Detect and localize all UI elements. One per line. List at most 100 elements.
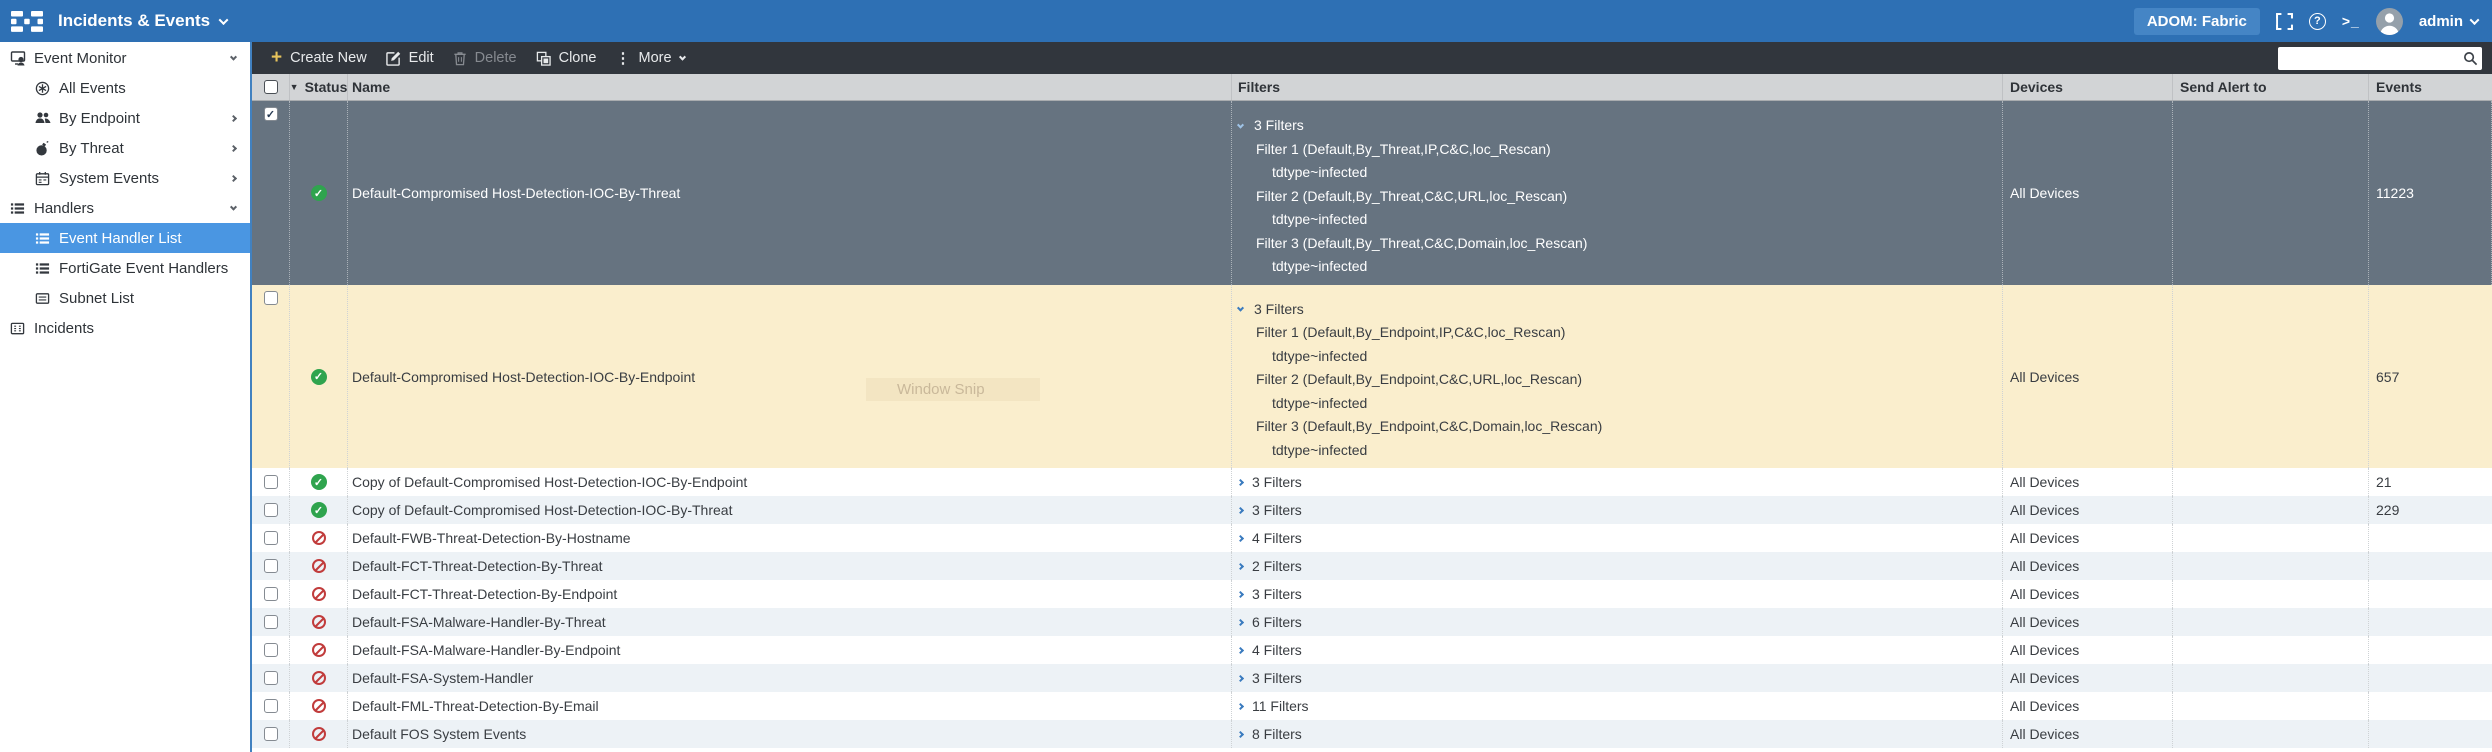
delete-button[interactable]: Delete — [453, 50, 517, 66]
module-switcher[interactable]: Incidents & Events — [58, 11, 229, 31]
table-row[interactable]: Default-FSA-System-Handler 3 Filters All… — [252, 664, 2492, 692]
sidebar-item-all-events[interactable]: All Events — [0, 73, 250, 103]
column-header-send-alert-to[interactable]: Send Alert to — [2173, 74, 2369, 100]
filters-expand-toggle[interactable]: 3 Filters — [1232, 670, 1302, 686]
chevron-right-icon — [1236, 730, 1245, 738]
sidebar-item-by-threat[interactable]: By Threat — [0, 133, 250, 163]
sidebar-item-handlers[interactable]: Handlers — [0, 193, 250, 223]
events-count — [2369, 664, 2492, 692]
filters-expand-toggle[interactable]: 3 Filters — [1232, 114, 1304, 138]
devices-cell: All Devices — [2003, 580, 2173, 608]
more-button[interactable]: ⋮ More — [615, 49, 686, 67]
help-icon[interactable]: ? — [2308, 12, 2326, 30]
column-header-devices[interactable]: Devices — [2003, 74, 2173, 100]
send-alert-cell — [2173, 496, 2369, 524]
table-row[interactable]: Default-FSA-Malware-Handler-By-Threat 6 … — [252, 608, 2492, 636]
filters-expand-toggle[interactable]: 4 Filters — [1232, 642, 1302, 658]
handler-name: Copy of Default-Compromised Host-Detecti… — [348, 468, 1232, 496]
avatar[interactable] — [2375, 7, 2403, 35]
sidebar-item-label: By Endpoint — [59, 109, 140, 127]
send-alert-cell — [2173, 285, 2369, 468]
table-row[interactable]: ✓ Default-Compromised Host-Detection-IOC… — [252, 285, 2492, 468]
filter-condition: tdtype~infected — [1272, 394, 1368, 411]
row-checkbox[interactable] — [263, 531, 278, 545]
sidebar-item-by-endpoint[interactable]: By Endpoint — [0, 103, 250, 133]
table-row[interactable]: Default FOS System Events 8 Filters All … — [252, 720, 2492, 748]
events-count: 657 — [2376, 368, 2400, 385]
status-disabled-icon — [311, 727, 326, 741]
row-checkbox[interactable] — [263, 559, 278, 573]
chevron-down-icon — [1236, 304, 1245, 312]
row-checkbox[interactable] — [263, 503, 278, 517]
filters-expand-toggle[interactable]: 3 Filters — [1232, 474, 1302, 490]
status-disabled-icon — [311, 671, 326, 685]
user-menu[interactable]: admin — [2419, 13, 2480, 30]
row-checkbox[interactable] — [263, 699, 278, 713]
send-alert-cell — [2173, 720, 2369, 748]
fortianalyzer-app: Incidents & Events ADOM: Fabric ? >_ adm… — [0, 0, 2492, 752]
table-row[interactable]: Default-FML-Threat-Detection-By-Email 11… — [252, 692, 2492, 720]
event-handler-list-icon — [34, 230, 51, 247]
row-checkbox[interactable] — [263, 643, 278, 657]
status-disabled-icon — [311, 615, 326, 629]
clone-button[interactable]: Clone — [536, 50, 596, 66]
chevron-right-icon — [1236, 562, 1245, 570]
handler-name: Default FOS System Events — [348, 720, 1232, 748]
row-checkbox[interactable] — [263, 727, 278, 741]
row-checkbox-checked[interactable]: ✓ — [263, 107, 278, 121]
table-row[interactable]: Default-FSA-Malware-Handler-By-Endpoint … — [252, 636, 2492, 664]
events-count — [2369, 580, 2492, 608]
row-checkbox[interactable] — [263, 291, 278, 305]
edit-button[interactable]: Edit — [385, 50, 434, 66]
row-checkbox[interactable] — [263, 671, 278, 685]
row-checkbox[interactable] — [263, 615, 278, 629]
create-new-button[interactable]: + Create New — [271, 48, 367, 67]
filters-expand-toggle[interactable]: 8 Filters — [1232, 726, 1302, 742]
sidebar-item-fortigate-event-handlers[interactable]: FortiGate Event Handlers — [0, 253, 250, 283]
filters-expand-toggle[interactable]: 4 Filters — [1232, 530, 1302, 546]
chevron-down-icon — [1236, 121, 1245, 129]
sidebar-item-label: By Threat — [59, 139, 124, 157]
filters-expand-toggle[interactable]: 11 Filters — [1232, 698, 1309, 714]
table-row[interactable]: Default-FWB-Threat-Detection-By-Hostname… — [252, 524, 2492, 552]
search-icon[interactable] — [2463, 51, 2478, 66]
column-header-name[interactable]: Name — [348, 74, 1232, 100]
sidebar-item-label: Subnet List — [59, 289, 135, 307]
devices-cell: All Devices — [2003, 636, 2173, 664]
table-row[interactable]: ✓ ✓ Default-Compromised Host-Detection-I… — [252, 101, 2492, 285]
column-header-events[interactable]: Events — [2369, 74, 2492, 100]
topbar-actions: ADOM: Fabric ? >_ admin — [2133, 7, 2480, 35]
table-row[interactable]: Default-FCT-Threat-Detection-By-Endpoint… — [252, 580, 2492, 608]
content-pane: + Create New Edit Delete Clone ⋮ More ▼ … — [252, 42, 2492, 752]
sidebar-item-incidents[interactable]: Incidents — [0, 313, 250, 343]
sidebar-item-subnet-list[interactable]: Subnet List — [0, 283, 250, 313]
status-disabled-icon — [311, 559, 326, 573]
search-input[interactable] — [2284, 50, 2463, 66]
row-checkbox[interactable] — [263, 587, 278, 601]
sidebar-item-system-events[interactable]: System Events — [0, 163, 250, 193]
column-header-status[interactable]: ▼ Status — [290, 74, 348, 100]
trash-icon — [453, 51, 467, 66]
select-all-checkbox[interactable] — [263, 80, 278, 94]
filters-expand-toggle[interactable]: 3 Filters — [1232, 502, 1302, 518]
filters-expand-toggle[interactable]: 2 Filters — [1232, 558, 1302, 574]
column-header-filters[interactable]: Filters — [1232, 74, 2003, 100]
filters-expand-toggle[interactable]: 3 Filters — [1232, 298, 1304, 322]
sidebar-item-event-monitor[interactable]: Event Monitor — [0, 43, 250, 73]
handler-name: Default-Compromised Host-Detection-IOC-B… — [348, 101, 1232, 285]
sidebar-item-label: Event Monitor — [34, 49, 127, 67]
filters-expand-toggle[interactable]: 6 Filters — [1232, 614, 1302, 630]
filters-cell: 3 Filters Filter 1 (Default,By_Threat,IP… — [1232, 107, 2002, 279]
status-enabled-icon: ✓ — [310, 474, 327, 490]
table-row[interactable]: Default-FCT-Threat-Detection-By-Threat 2… — [252, 552, 2492, 580]
table-row[interactable]: ✓ Copy of Default-Compromised Host-Detec… — [252, 496, 2492, 524]
fullscreen-icon[interactable] — [2275, 12, 2293, 30]
sidebar-item-event-handler-list[interactable]: Event Handler List — [0, 223, 250, 253]
filters-expand-toggle[interactable]: 3 Filters — [1232, 586, 1302, 602]
cli-console-icon[interactable]: >_ — [2342, 13, 2360, 29]
send-alert-cell — [2173, 524, 2369, 552]
adom-selector-button[interactable]: ADOM: Fabric — [2133, 7, 2260, 35]
handler-name: Default-FWB-Threat-Detection-By-Hostname — [348, 524, 1232, 552]
row-checkbox[interactable] — [263, 475, 278, 489]
table-row[interactable]: ✓ Copy of Default-Compromised Host-Detec… — [252, 468, 2492, 496]
